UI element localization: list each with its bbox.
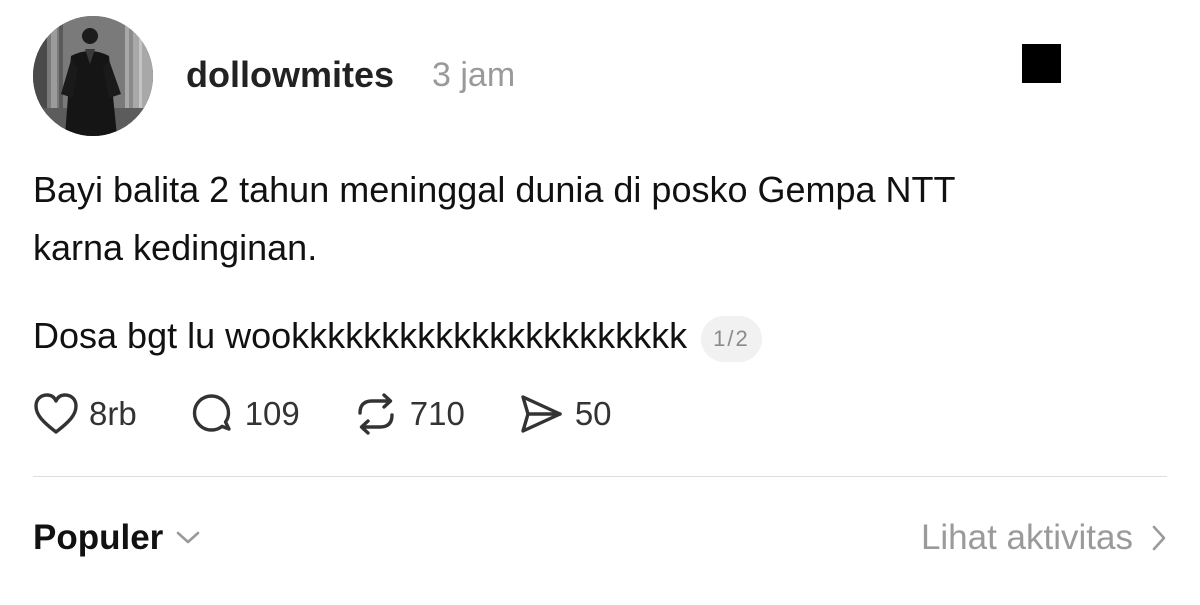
reply-count: 109 — [244, 395, 300, 432]
divider — [33, 476, 1167, 477]
username[interactable]: dollowmites — [186, 54, 394, 96]
avatar-image — [33, 16, 153, 136]
more-options-icon[interactable] — [1022, 44, 1061, 83]
view-activity-link[interactable]: Lihat aktivitas — [921, 516, 1167, 560]
repost-button[interactable]: 710 — [352, 391, 465, 437]
like-count: 8rb — [89, 395, 137, 432]
post-text-line: Dosa bgt lu wookkkkkkkkkkkkkkkkkkkkkk 1/2 — [33, 314, 762, 362]
sort-dropdown[interactable]: Populer — [33, 516, 201, 560]
share-button[interactable]: 50 — [517, 391, 612, 437]
post-text-line: Bayi balita 2 tahun meninggal dunia di p… — [33, 169, 956, 210]
reply-button[interactable]: 109 — [189, 391, 300, 437]
like-button[interactable]: 8rb — [33, 392, 137, 436]
page-indicator: 1/2 — [701, 316, 762, 362]
share-count: 50 — [574, 395, 612, 432]
post-text: Dosa bgt lu wookkkkkkkkkkkkkkkkkkkkkk — [33, 315, 688, 356]
heart-icon — [34, 393, 78, 434]
repost-arrows-icon — [358, 393, 394, 435]
paper-plane-icon — [521, 395, 562, 433]
speech-bubble-icon — [192, 394, 231, 432]
repost-count: 710 — [409, 395, 465, 432]
avatar[interactable] — [33, 16, 153, 136]
post-time: 3 jam — [432, 56, 516, 94]
post-text-line: karna kedinginan. — [33, 227, 318, 268]
chevron-down-icon — [176, 531, 200, 544]
action-bar: 8rb 109 710 50 — [33, 386, 664, 442]
sort-label: Populer — [33, 518, 164, 557]
chevron-right-icon — [1152, 525, 1166, 551]
activity-label: Lihat aktivitas — [920, 518, 1133, 557]
